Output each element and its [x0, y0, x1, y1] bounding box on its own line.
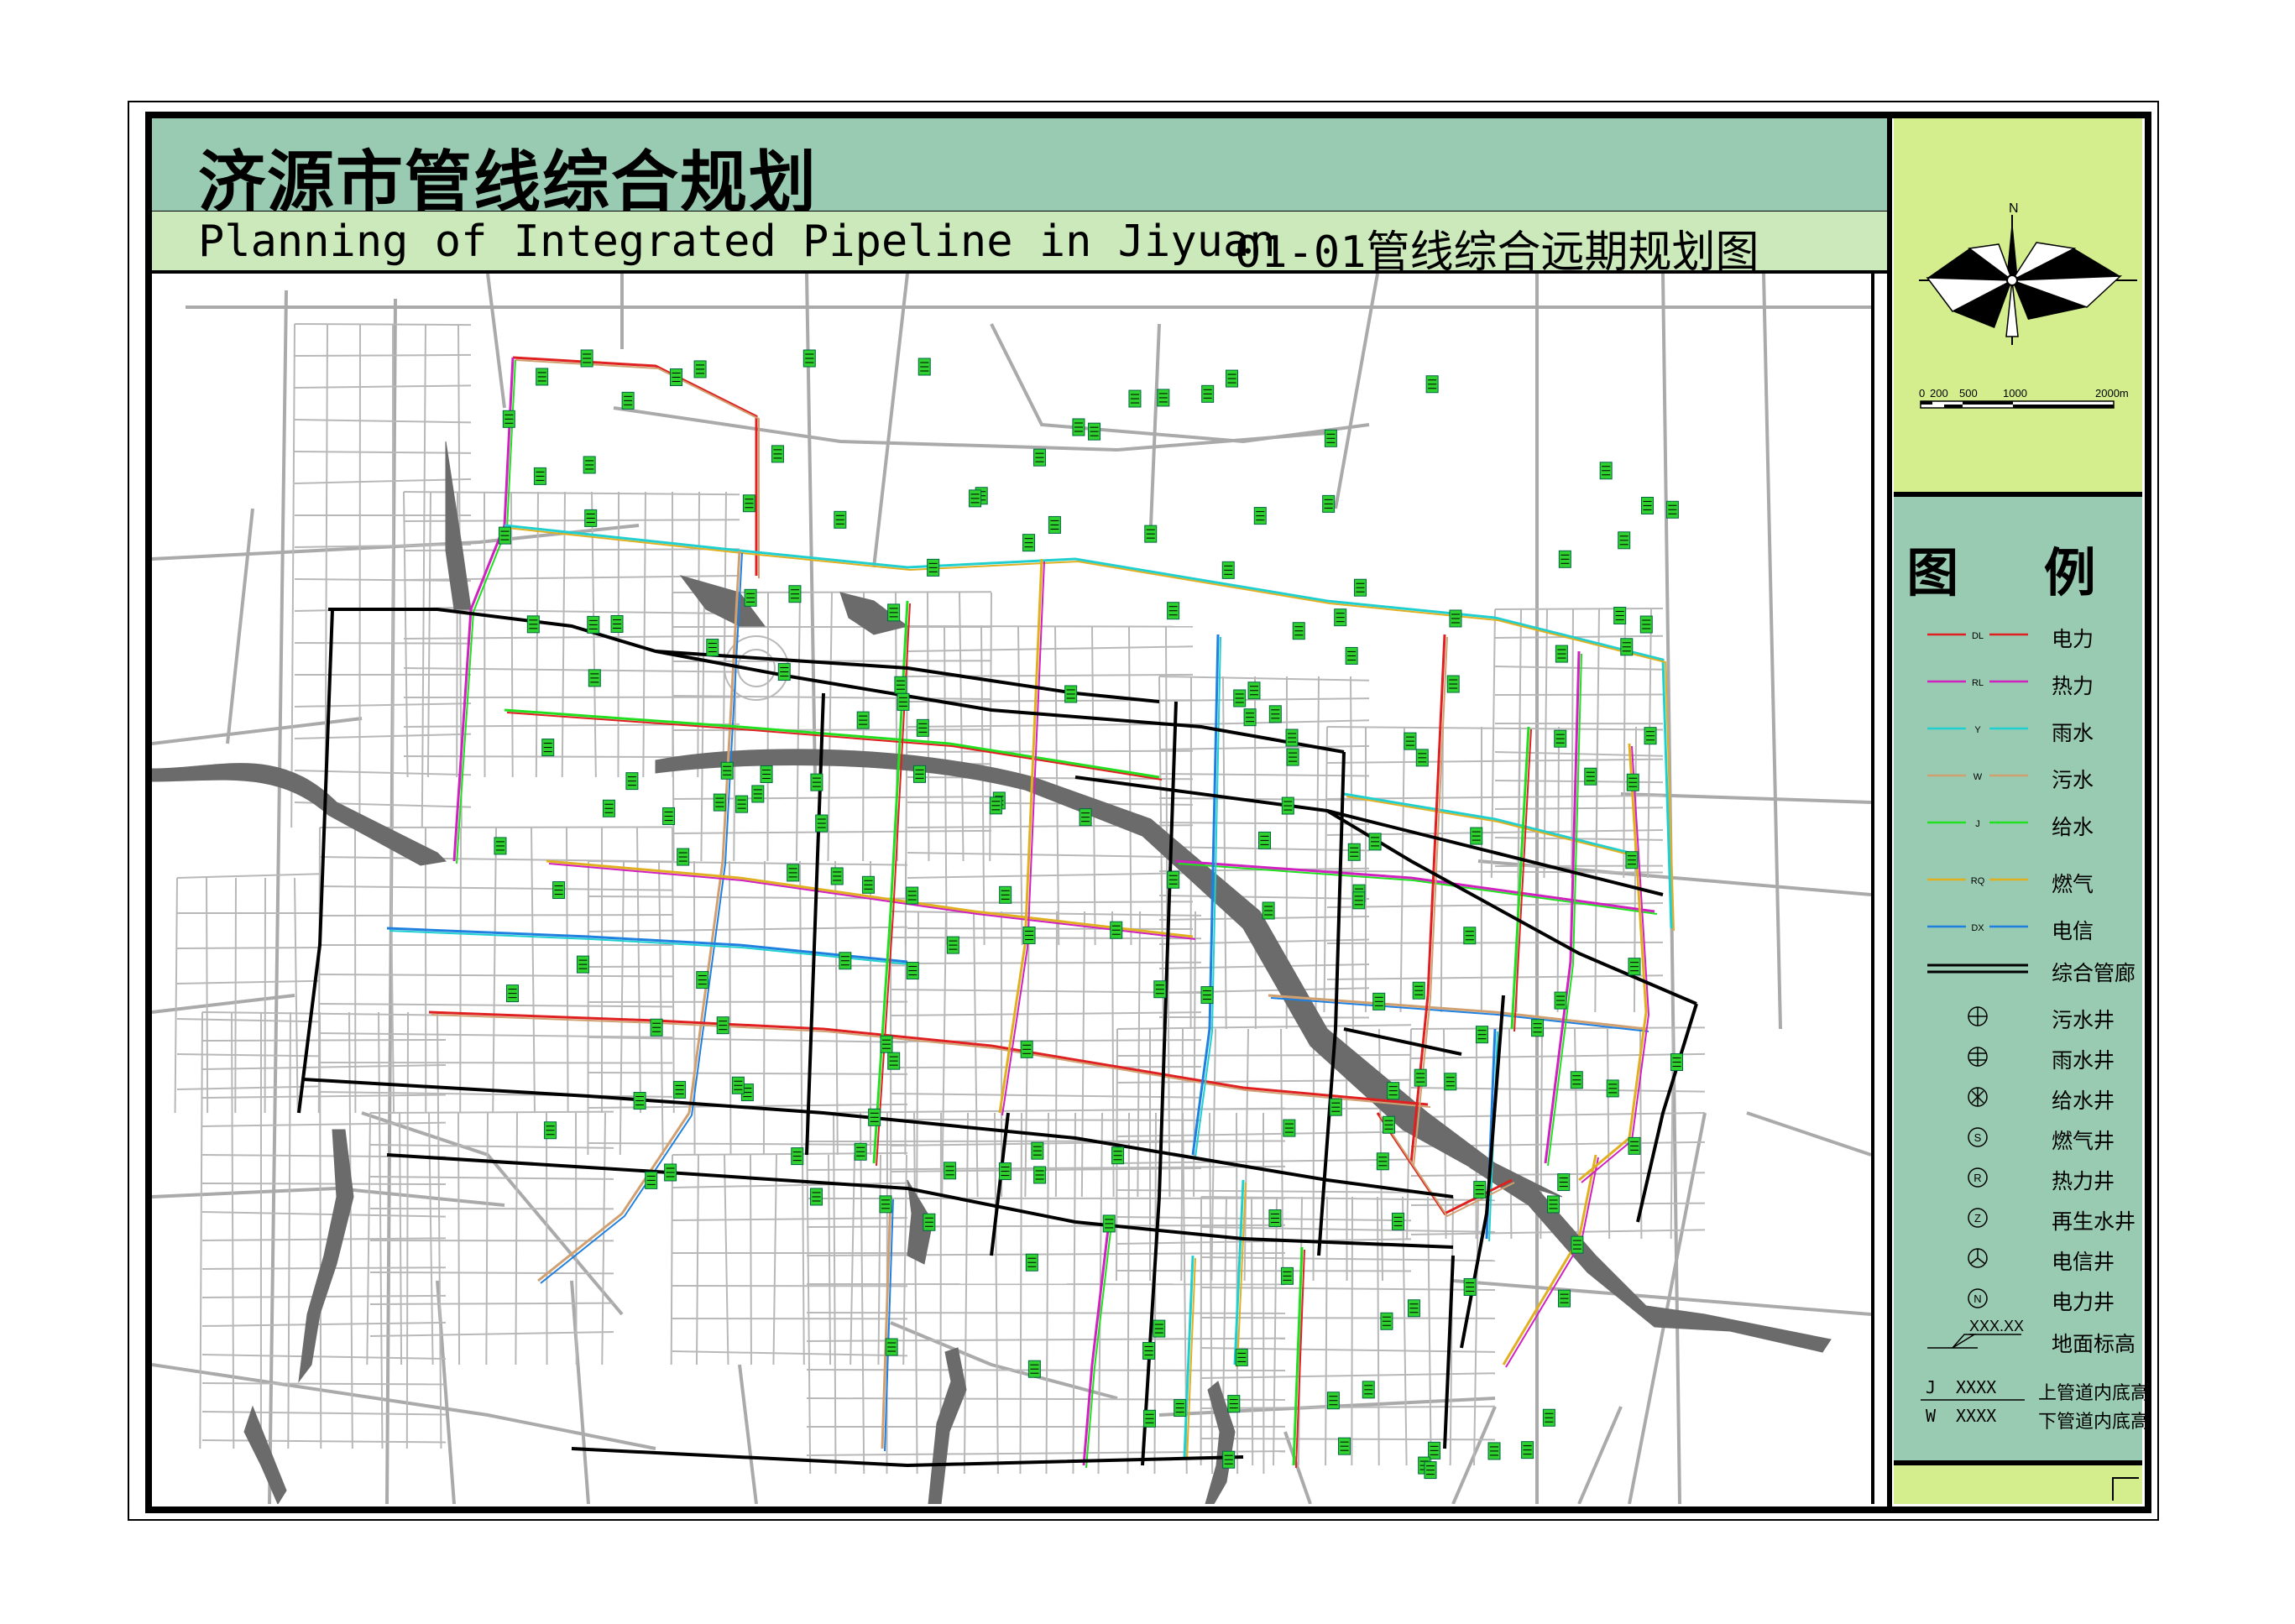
- legend-label: 雨水: [2052, 721, 2094, 745]
- svg-text:RL: RL: [1972, 678, 1984, 688]
- sewage-well-icon: [1968, 1006, 1988, 1026]
- reclaimed-water-well-icon: Z: [1968, 1208, 1988, 1228]
- legend-label: 电信: [2052, 919, 2094, 943]
- legend-label: 污水井: [2052, 1008, 2115, 1032]
- corner-mark: [2112, 1477, 2139, 1501]
- svg-text:R: R: [1973, 1172, 1981, 1184]
- legend-item-well: 电信井: [1894, 1244, 2142, 1274]
- legend-label: 燃气: [2052, 872, 2094, 896]
- pipe-line-icon: DL: [1927, 628, 2028, 641]
- pipe-line-icon: Y: [1927, 722, 2028, 735]
- legend-label: 热力井: [2052, 1169, 2115, 1193]
- english-title: Planning of Integrated Pipeline in Jiyua…: [198, 217, 1276, 267]
- svg-text:DL: DL: [1972, 631, 1984, 641]
- svg-text:W: W: [1973, 772, 1983, 782]
- corridor-line-icon: [1927, 963, 2028, 974]
- title-band: 济源市管线综合规划: [152, 118, 1887, 222]
- legend-item-well: 给水井: [1894, 1083, 2142, 1113]
- legend-panel: 图 例 DL 电力 RL 热力 Y 雨水 W 污水 J 给水 RQ 燃气 DX …: [1894, 497, 2149, 1465]
- north-arrow-icon: N: [1919, 201, 2137, 345]
- legend-item-pipe-invert: J XXXX W XXXX 上管道内底高 下管道内底高: [1894, 1375, 2149, 1433]
- rain-well-icon: [1968, 1047, 1988, 1067]
- pipe-line-icon: DX: [1927, 920, 2028, 933]
- svg-text:200: 200: [1930, 387, 1948, 399]
- pipe-line-icon: RQ: [1927, 873, 2028, 886]
- legend-label: 地面标高: [2052, 1332, 2136, 1356]
- legend-item-pipe: RL 热力: [1894, 668, 2142, 698]
- legend-item-pipe: DL 电力: [1894, 621, 2142, 651]
- panel-divider: [1887, 118, 1892, 1507]
- drawing-title: 01-01管线综合远期规划图: [1235, 227, 1759, 278]
- svg-text:Z: Z: [1974, 1212, 1981, 1225]
- legend-item-pipe: DX 电信: [1894, 913, 2142, 943]
- legend-label: 给水井: [2052, 1089, 2115, 1113]
- map-border-rule: [1871, 274, 1874, 1504]
- legend-label: 燃气井: [2052, 1129, 2115, 1153]
- svg-text:0: 0: [1919, 387, 1925, 399]
- legend-item-well: N 电力井: [1894, 1284, 2142, 1314]
- legend-item-pipe: J 给水: [1894, 809, 2142, 839]
- legend-title: 图 例: [1906, 542, 2130, 603]
- title-block-footer: [1894, 1465, 2142, 1504]
- pipe-invert-marker-icon: J XXXX W XXXX: [1921, 1377, 2025, 1426]
- svg-text:Y: Y: [1974, 725, 1981, 735]
- legend-item-well: R 热力井: [1894, 1163, 2142, 1193]
- street-grid: [174, 323, 1706, 1475]
- legend-item-corridor: 综合管廊: [1894, 955, 2142, 985]
- pipe-line-icon: J: [1927, 816, 2028, 829]
- svg-text:XXX.XX: XXX.XX: [1969, 1319, 2024, 1334]
- pipe-line-icon: W: [1927, 769, 2028, 782]
- legend-item-well: Z 再生水井: [1894, 1204, 2142, 1234]
- svg-text:W: W: [1926, 1406, 1937, 1426]
- legend-label: 上管道内底高: [2038, 1383, 2150, 1404]
- legend-label: 污水: [2052, 768, 2094, 792]
- legend-label: 电信井: [2052, 1250, 2115, 1274]
- legend-item-pipe: Y 雨水: [1894, 715, 2142, 745]
- legend-label: 电力: [2052, 627, 2094, 651]
- legend-label: 雨水井: [2052, 1048, 2115, 1073]
- legend-label: 给水: [2052, 815, 2094, 839]
- svg-text:1000: 1000: [2003, 387, 2027, 399]
- svg-text:XXXX: XXXX: [1956, 1377, 1996, 1397]
- svg-text:J: J: [1975, 819, 1980, 829]
- subtitle-band: Planning of Integrated Pipeline in Jiyua…: [152, 211, 1887, 278]
- compass-and-scale: N 0 200 500 1000 2000m: [1919, 201, 2137, 409]
- legend-item-pipe: W 污水: [1894, 762, 2142, 792]
- water-supply-well-icon: [1968, 1087, 1988, 1107]
- legend-label: 再生水井: [2052, 1209, 2136, 1234]
- svg-text:RQ: RQ: [1971, 876, 1985, 886]
- compass-panel: N 0 200 500 1000 2000m: [1894, 118, 2142, 497]
- svg-text:N: N: [1973, 1292, 1981, 1305]
- svg-text:J: J: [1926, 1377, 1936, 1397]
- legend-label: 综合管廊: [2052, 961, 2136, 985]
- legend-item-pipe: RQ 燃气: [1894, 866, 2142, 896]
- svg-text:XXXX: XXXX: [1956, 1406, 1996, 1426]
- pipeline-map: [152, 274, 1871, 1504]
- legend-item-well: 雨水井: [1894, 1042, 2142, 1073]
- legend-item-well: 污水井: [1894, 1002, 2142, 1032]
- elevation-marker-icon: XXX.XX: [1927, 1319, 2024, 1349]
- pipe-line-icon: RL: [1927, 675, 2028, 688]
- gas-well-icon: S: [1968, 1127, 1988, 1147]
- legend-item-ground-elevation: XXX.XX 地面标高: [1894, 1319, 2142, 1356]
- legend-label: 电力井: [2052, 1290, 2115, 1314]
- power-well-icon: N: [1968, 1288, 1988, 1308]
- heat-well-icon: R: [1968, 1167, 1988, 1188]
- legend-item-well: S 燃气井: [1894, 1123, 2142, 1153]
- scale-bar: 0 200 500 1000 2000m: [1919, 387, 2129, 409]
- legend-label: 热力: [2052, 674, 2094, 698]
- svg-text:DX: DX: [1971, 923, 1984, 933]
- svg-text:N: N: [2009, 201, 2019, 216]
- map-view[interactable]: [152, 274, 1871, 1504]
- telecom-well-icon: [1968, 1248, 1988, 1268]
- svg-text:S: S: [1974, 1131, 1982, 1144]
- legend-label: 下管道内底高: [2038, 1412, 2150, 1433]
- svg-text:2000m: 2000m: [2095, 387, 2129, 399]
- svg-text:500: 500: [1959, 387, 1978, 399]
